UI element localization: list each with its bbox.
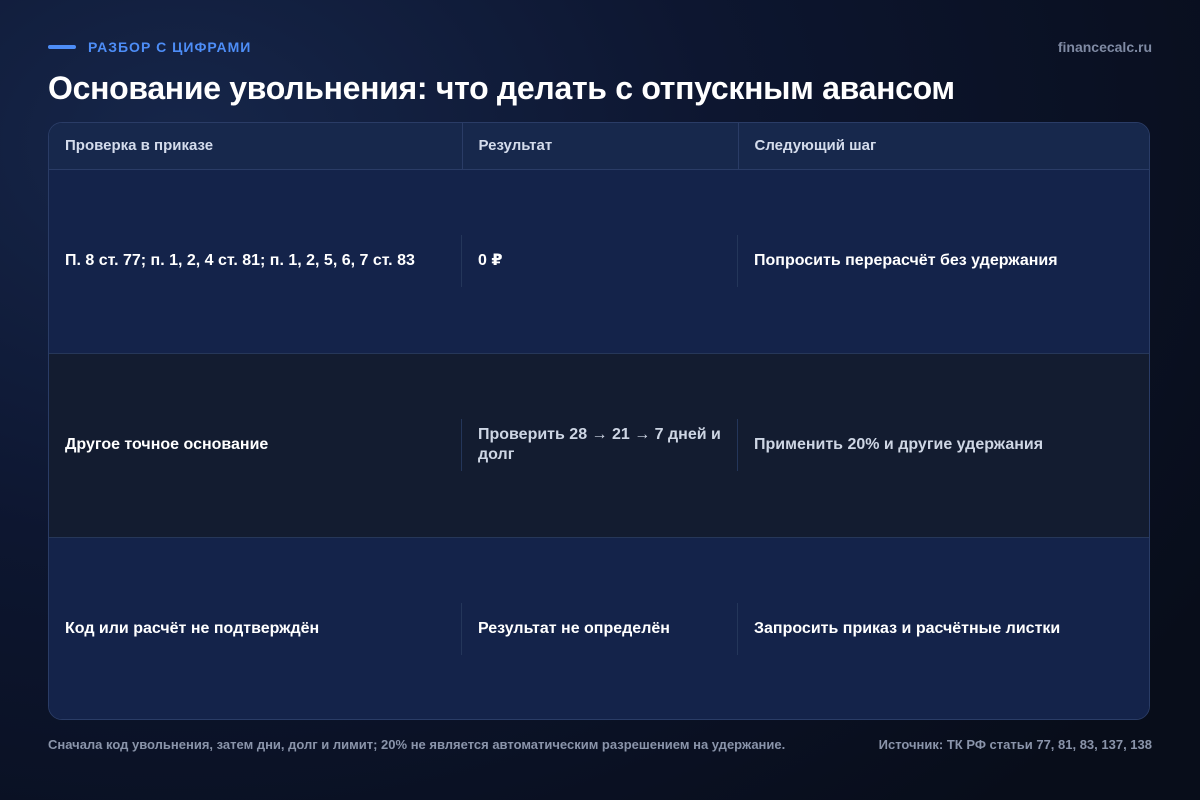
source-citation: Источник: ТК РФ статьи 77, 81, 83, 137, …: [878, 737, 1152, 752]
cell-check: Код или расчёт не подтверждён: [49, 537, 462, 719]
cell-check-text: П. 8 ст. 77; п. 1, 2, 4 ст. 81; п. 1, 2,…: [65, 252, 415, 269]
cell-next-step: Попросить перерасчёт без удержания: [738, 169, 1149, 354]
cell-next-step-text: Запросить приказ и расчётные листки: [754, 620, 1061, 638]
column-header-result: Результат: [462, 123, 739, 170]
cell-next-step-text: Применить 20% и другие удержания: [754, 436, 1044, 453]
cell-check: Другое точное основание: [49, 353, 462, 538]
cell-next-step: Применить 20% и другие удержания: [738, 353, 1149, 538]
table-row: П. 8 ст. 77; п. 1, 2, 4 ст. 81; п. 1, 2,…: [49, 169, 1149, 354]
cell-check-text: Код или расчёт не подтверждён: [65, 620, 320, 638]
cell-result: 0 ₽: [462, 169, 738, 354]
table-header-row: Проверка в приказе Результат Следующий ш…: [49, 123, 1149, 170]
cell-result-text: Проверить 28 → 21 → 7 дней и долг: [478, 426, 721, 463]
cell-result-text: 0 ₽: [478, 252, 503, 269]
decision-table-grid: Проверка в приказе Результат Следующий ш…: [49, 123, 1149, 719]
footnote: Сначала код увольнения, затем дни, долг …: [48, 737, 786, 752]
page-title: Основание увольнения: что делать с отпус…: [48, 70, 955, 106]
site-domain: financecalc.ru: [1057, 39, 1152, 55]
cell-check-text: Другое точное основание: [65, 436, 269, 453]
cell-next-step: Запросить приказ и расчётные листки: [738, 537, 1149, 719]
column-header-check: Проверка в приказе: [49, 123, 463, 170]
table-row: Другое точное основание Проверить 28 → 2…: [49, 353, 1149, 538]
table-row: Код или расчёт не подтверждён Результат …: [49, 537, 1149, 719]
cell-result: Проверить 28 → 21 → 7 дней и долг: [462, 353, 738, 538]
decision-table: Проверка в приказе Результат Следующий ш…: [48, 122, 1150, 720]
cell-result: Результат не определён: [462, 537, 738, 719]
column-header-next-step: Следующий шаг: [738, 123, 1149, 170]
kicker-accent-line: [48, 45, 76, 49]
cell-check: П. 8 ст. 77; п. 1, 2, 4 ст. 81; п. 1, 2,…: [49, 169, 462, 354]
kicker-label: РАЗБОР С ЦИФРАМИ: [88, 39, 252, 55]
cell-next-step-text: Попросить перерасчёт без удержания: [754, 252, 1058, 269]
kicker: РАЗБОР С ЦИФРАМИ: [48, 38, 251, 56]
cell-result-text: Результат не определён: [478, 620, 670, 638]
